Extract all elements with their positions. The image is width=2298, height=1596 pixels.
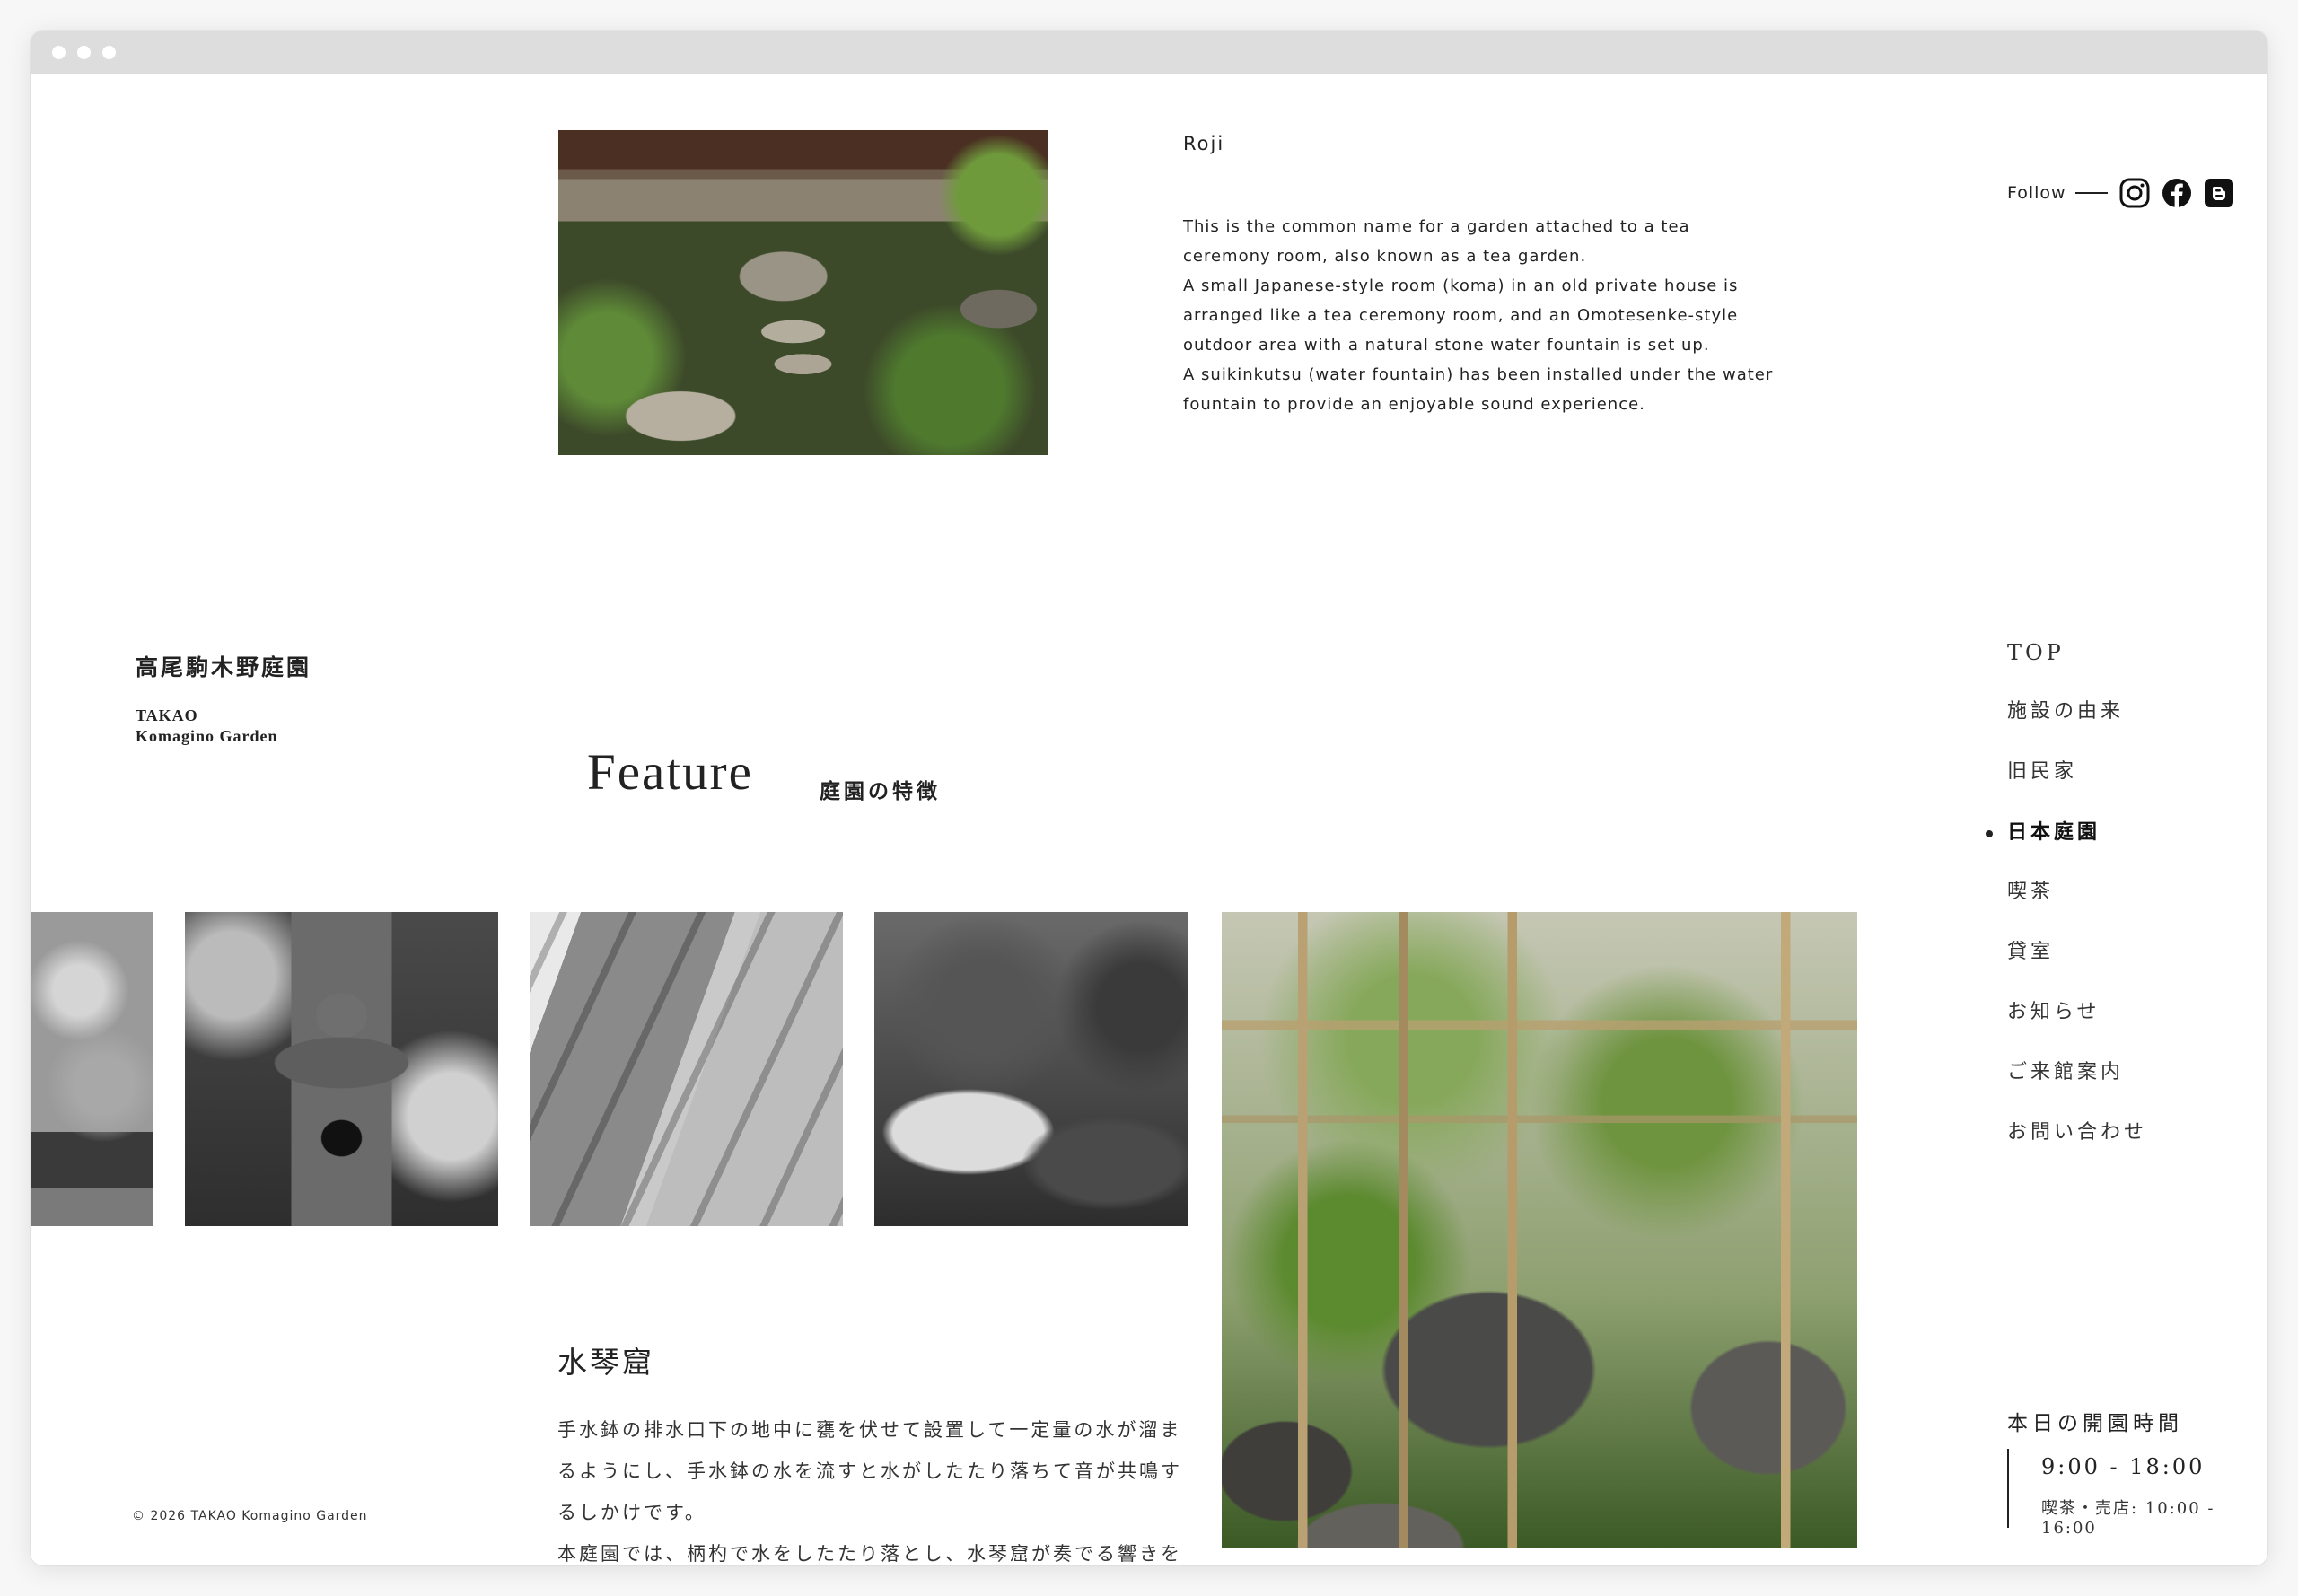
roji-paragraph: A small Japanese-style room (koma) in an… xyxy=(1183,276,1739,355)
site-logo-en[interactable]: TAKAO Komagino Garden xyxy=(136,706,278,747)
carousel-photo-pond[interactable] xyxy=(31,912,153,1226)
carousel-photo-garden[interactable] xyxy=(874,912,1188,1226)
feature-subtitle: 庭園の特徴 xyxy=(820,780,941,803)
opening-hours-time: 9:00 - 18:00 xyxy=(2041,1454,2206,1479)
cafe-hours: 喫茶・売店: 10:00 - 16:00 xyxy=(2041,1499,2215,1538)
suikinkutsu-title: 水琴窟 xyxy=(557,1345,654,1380)
facebook-icon[interactable] xyxy=(2161,177,2193,209)
nav-item-access[interactable]: ご来館案内 xyxy=(1978,1063,2147,1123)
roji-garden-photo xyxy=(558,130,1048,455)
logo-en-line: TAKAO xyxy=(136,706,198,724)
nav-item-old-house[interactable]: 旧民家 xyxy=(1978,762,2147,822)
roji-paragraph: This is the common name for a garden att… xyxy=(1183,217,1690,266)
nav-item-japanese-garden[interactable]: 日本庭園 xyxy=(1978,822,2147,882)
browser-window: Roji This is the common name for a garde… xyxy=(31,31,2267,1565)
opening-hours-title: 本日の開園時間 xyxy=(2007,1412,2183,1435)
blogger-icon[interactable] xyxy=(2203,177,2235,209)
follow-label: Follow xyxy=(2007,183,2066,203)
suikinkutsu-description: 手水鉢の排水口下の地中に甕を伏せて設置して一定量の水が溜まるようにし、手水鉢の水… xyxy=(557,1409,1186,1565)
feature-title: Feature xyxy=(587,744,753,801)
carousel-photo-bamboo-fence[interactable] xyxy=(530,912,843,1226)
roji-description: This is the common name for a garden att… xyxy=(1183,212,1776,419)
roji-paragraph: A suikinkutsu (water fountain) has been … xyxy=(1183,365,1774,414)
follow-bar: Follow xyxy=(2007,175,2245,211)
nav-item-top[interactable]: TOP xyxy=(1978,642,2147,702)
window-maximize-dot[interactable] xyxy=(102,46,116,59)
suikinkutsu-paragraph: 本庭園では、柄杓で水をしたたり落とし、水琴窟が奏でる響きを楽しむことができます。 xyxy=(557,1543,1182,1565)
instagram-icon[interactable] xyxy=(2118,177,2151,209)
nav-item-label: 日本庭園 xyxy=(2007,820,2101,844)
site-logo-ja[interactable]: 高尾駒木野庭園 xyxy=(136,650,311,682)
nav-item-rental-room[interactable]: 貸室 xyxy=(1978,943,2147,1003)
window-close-dot[interactable] xyxy=(52,46,66,59)
hours-divider xyxy=(2007,1449,2009,1528)
active-bullet xyxy=(1986,830,1993,837)
page-content: Roji This is the common name for a garde… xyxy=(31,74,2267,1565)
follow-divider xyxy=(2074,192,2108,194)
window-titlebar xyxy=(31,31,2267,74)
nav-item-news[interactable]: お知らせ xyxy=(1978,1003,2147,1063)
nav-item-cafe[interactable]: 喫茶 xyxy=(1978,882,2147,943)
suikinkutsu-paragraph: 手水鉢の排水口下の地中に甕を伏せて設置して一定量の水が溜まるようにし、手水鉢の水… xyxy=(557,1419,1182,1523)
copyright: © 2026 TAKAO Komagino Garden xyxy=(132,1509,368,1523)
nav-item-origin[interactable]: 施設の由来 xyxy=(1978,702,2147,762)
logo-en-line: Komagino Garden xyxy=(136,727,278,745)
carousel-photo-lantern[interactable] xyxy=(185,912,498,1226)
roji-title: Roji xyxy=(1183,133,1225,154)
window-minimize-dot[interactable] xyxy=(77,46,91,59)
nav-item-contact[interactable]: お問い合わせ xyxy=(1978,1123,2147,1183)
tsukubai-photo xyxy=(1222,912,1857,1548)
side-nav: TOP 施設の由来 旧民家 日本庭園 喫茶 貸室 お知らせ ご来館案内 お問い合… xyxy=(1978,642,2147,1183)
